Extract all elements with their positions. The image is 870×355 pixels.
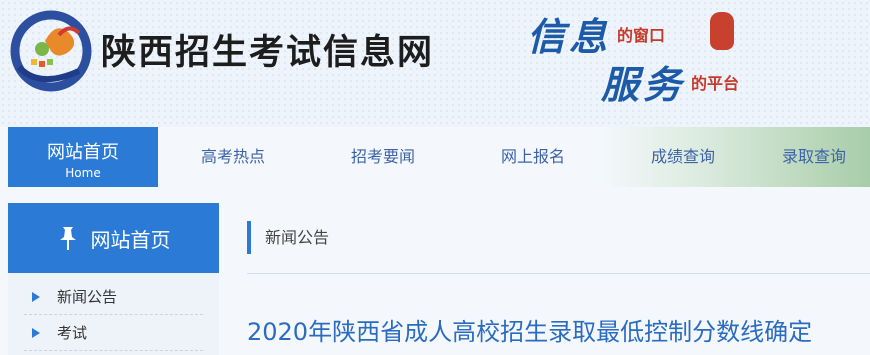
triangle-right-icon xyxy=(32,292,40,302)
slogan-char: 服 xyxy=(601,62,640,107)
slogan-small-text: 的窗口 xyxy=(617,26,666,45)
divider xyxy=(247,273,870,274)
main-nav: 网站首页 Home 高考热点 招考要闻 网上报名 成绩查询 录取查询 xyxy=(0,127,870,187)
slogan-banner: 信 息 的窗口 服 务 的平台 xyxy=(525,6,785,107)
triangle-right-icon xyxy=(32,328,40,338)
site-logo-icon[interactable] xyxy=(9,9,93,93)
main-content: 新闻公告 2020年陕西省成人高校招生录取最低控制分数线确定 xyxy=(247,203,870,355)
sidebar-title: 网站首页 xyxy=(90,227,171,252)
site-title: 陕西招生考试信息网 xyxy=(101,32,435,73)
slogan-char: 信 xyxy=(527,14,566,59)
article-title: 2020年陕西省成人高校招生录取最低控制分数线确定 xyxy=(247,318,813,346)
site-header: 陕西招生考试信息网 信 息 的窗口 服 务 的平台 xyxy=(0,0,870,127)
nav-item-sublabel: Home xyxy=(65,166,101,180)
nav-item-gaokao-hot[interactable]: 高考热点 xyxy=(158,127,308,187)
pushpin-icon xyxy=(59,227,76,250)
slogan-small-text: 的平台 xyxy=(691,74,740,93)
nav-item-online-registration[interactable]: 网上报名 xyxy=(458,127,608,187)
sidebar-item-label: 考试 xyxy=(57,324,88,342)
sidebar-item-exams[interactable]: 考试 xyxy=(24,315,203,351)
sidebar-item-news[interactable]: 新闻公告 xyxy=(24,279,203,315)
slogan-char: 息 xyxy=(569,14,608,59)
nav-item-admission-news[interactable]: 招考要闻 xyxy=(308,127,458,187)
slogan-char: 务 xyxy=(643,62,682,107)
sidebar: 网站首页 新闻公告 考试 xyxy=(8,203,219,355)
nav-item-score-query[interactable]: 成绩查询 xyxy=(608,127,758,187)
sidebar-header: 网站首页 xyxy=(8,203,219,273)
breadcrumb[interactable]: 新闻公告 xyxy=(247,221,329,254)
nav-item-label: 网站首页 xyxy=(47,142,119,163)
seal-stamp-icon xyxy=(710,12,734,50)
nav-item-admission-query[interactable]: 录取查询 xyxy=(758,127,870,187)
nav-item-home[interactable]: 网站首页 Home xyxy=(8,127,158,187)
sidebar-item-label: 新闻公告 xyxy=(57,288,118,306)
